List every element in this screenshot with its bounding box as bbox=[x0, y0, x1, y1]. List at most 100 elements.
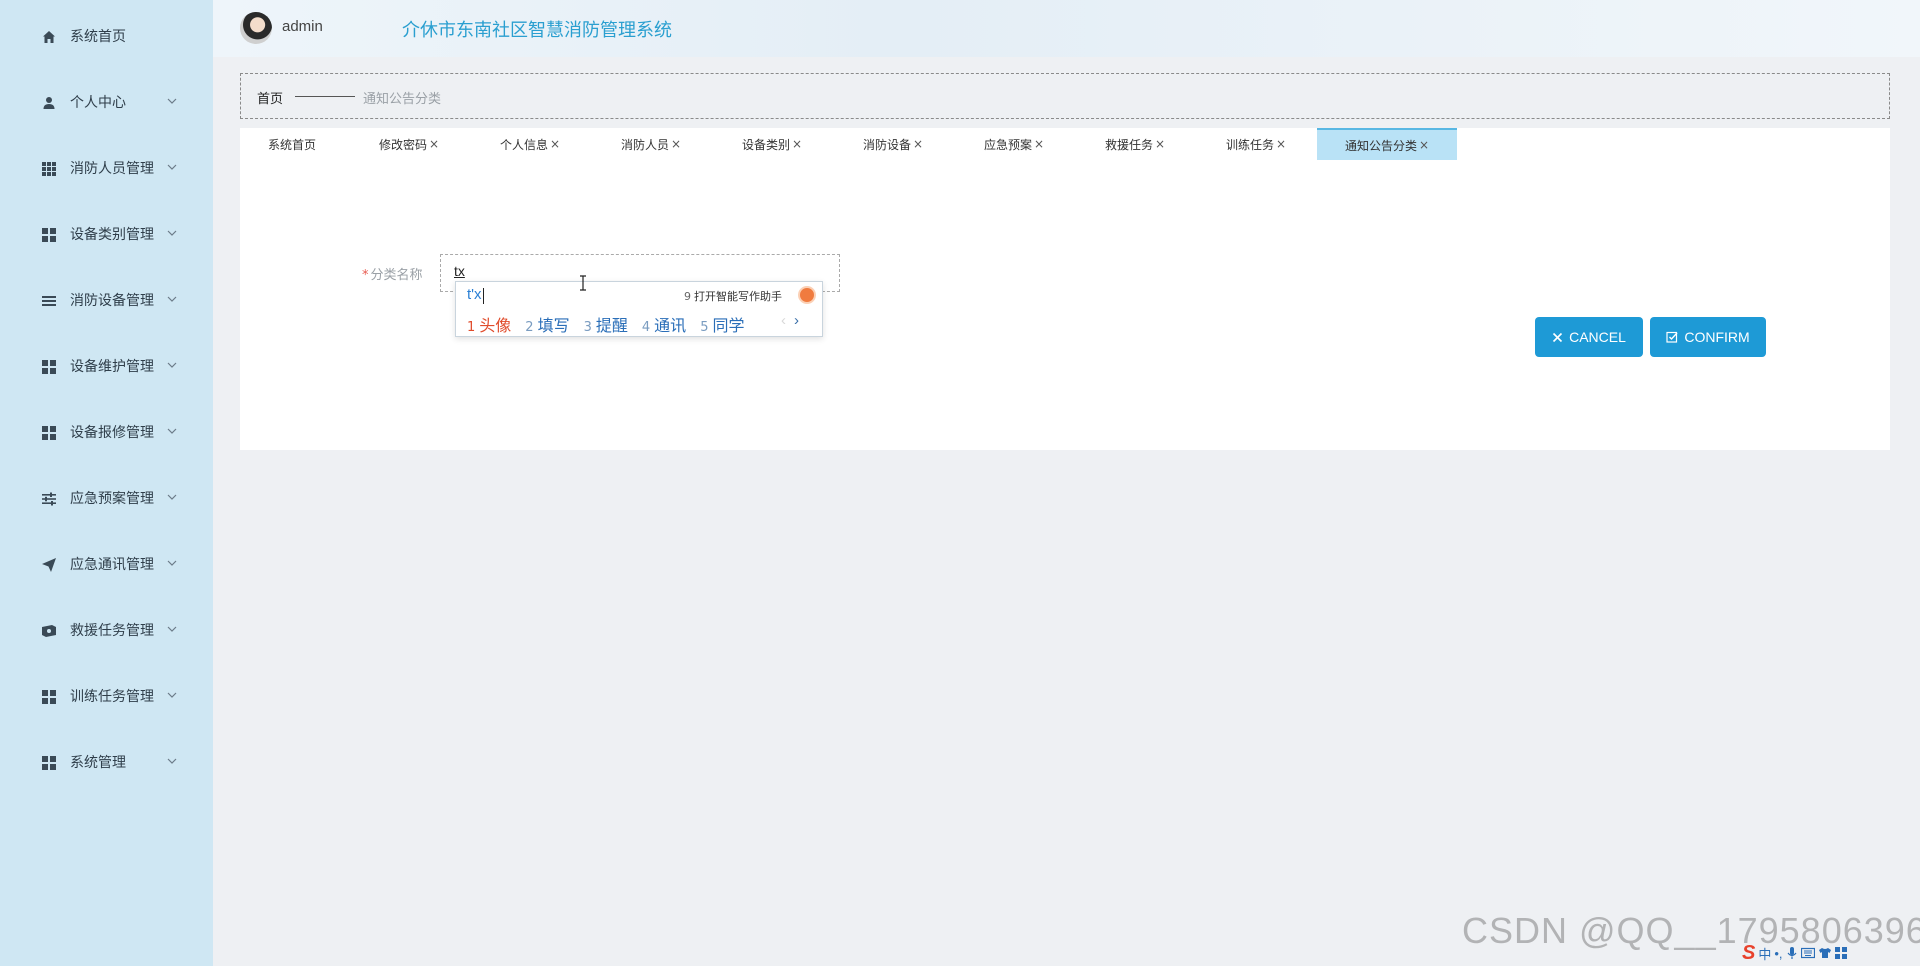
sidebar-item-device-category[interactable]: 设备类别管理 bbox=[0, 214, 213, 254]
sidebar-item-device-maintenance[interactable]: 设备维护管理 bbox=[0, 346, 213, 386]
username[interactable]: admin bbox=[282, 18, 323, 35]
ime-candidates: 1 头像 2 填写 3 提醒 4 通讯 5 同学 bbox=[467, 312, 758, 336]
list-icon bbox=[42, 296, 56, 306]
chevron-down-icon bbox=[167, 626, 177, 632]
sidebar: 系统首页 个人中心 消防人员管理 设备类别管理 消防设备管理 设备维护管理 设备… bbox=[0, 0, 213, 966]
shirt-icon[interactable] bbox=[1818, 947, 1832, 959]
close-icon[interactable]: × bbox=[1419, 138, 1429, 152]
home-icon bbox=[43, 31, 55, 43]
tab-emergency-plan[interactable]: 应急预案 × bbox=[962, 128, 1066, 160]
ime-assist-option[interactable]: 9 打开智能写作助手 bbox=[684, 288, 782, 304]
chevron-down-icon bbox=[167, 362, 177, 368]
ime-logo-icon[interactable] bbox=[798, 286, 816, 304]
chevron-down-icon bbox=[167, 692, 177, 698]
close-icon bbox=[1553, 332, 1563, 342]
chevron-down-icon bbox=[167, 428, 177, 434]
breadcrumb-current: 通知公告分类 bbox=[363, 92, 442, 107]
sidebar-item-home[interactable]: 系统首页 bbox=[0, 16, 213, 56]
sidebar-item-rescue-task[interactable]: 救援任务管理 bbox=[0, 610, 213, 650]
ime-candidate-text: 同学 bbox=[712, 316, 745, 335]
grid-icon[interactable] bbox=[1834, 947, 1847, 959]
ime-candidate[interactable]: 4 通讯 bbox=[642, 312, 686, 336]
sidebar-item-fire-staff[interactable]: 消防人员管理 bbox=[0, 148, 213, 188]
apps-icon bbox=[42, 426, 56, 440]
tab-label: 设备类别 bbox=[741, 137, 790, 152]
close-icon[interactable]: × bbox=[550, 137, 560, 151]
tab-label: 个人信息 bbox=[499, 137, 548, 152]
send-icon bbox=[42, 558, 56, 572]
sidebar-item-label: 系统管理 bbox=[70, 755, 126, 771]
sidebar-item-label: 训练任务管理 bbox=[70, 689, 154, 705]
chevron-down-icon bbox=[167, 494, 177, 500]
ime-lang-toggle[interactable]: 中 bbox=[1758, 944, 1771, 963]
apps-icon bbox=[42, 228, 56, 242]
microphone-icon[interactable] bbox=[1786, 946, 1798, 960]
ime-next-icon[interactable]: › bbox=[794, 312, 799, 329]
tab-personal-info[interactable]: 个人信息 × bbox=[478, 128, 582, 160]
sidebar-item-label: 设备类别管理 bbox=[70, 227, 154, 243]
tab-training-task[interactable]: 训练任务 × bbox=[1204, 128, 1308, 160]
tab-rescue-task[interactable]: 救援任务 × bbox=[1083, 128, 1187, 160]
ime-candidate-number: 1 bbox=[467, 320, 476, 335]
sogou-logo-icon[interactable]: S bbox=[1742, 942, 1755, 965]
category-name-label: * 分类名称 bbox=[362, 264, 423, 283]
confirm-button[interactable]: CONFIRM bbox=[1650, 317, 1766, 357]
tab-notice-category[interactable]: 通知公告分类 × bbox=[1317, 128, 1457, 160]
ime-prev-icon[interactable]: ‹ bbox=[781, 312, 786, 329]
close-icon[interactable]: × bbox=[913, 137, 923, 151]
tab-device-category[interactable]: 设备类别 × bbox=[720, 128, 824, 160]
sidebar-item-label: 消防人员管理 bbox=[70, 161, 154, 177]
ime-candidate[interactable]: 3 提醒 bbox=[584, 312, 628, 336]
ime-candidate[interactable]: 5 同学 bbox=[700, 312, 744, 336]
cancel-button-label: CANCEL bbox=[1569, 329, 1626, 345]
tab-label: 消防人员 bbox=[620, 137, 669, 152]
sidebar-item-emergency-comm[interactable]: 应急通讯管理 bbox=[0, 544, 213, 584]
tab-fire-device[interactable]: 消防设备 × bbox=[841, 128, 945, 160]
i-beam-cursor-icon bbox=[580, 275, 586, 291]
ime-candidate[interactable]: 2 填写 bbox=[525, 312, 569, 336]
ime-candidate-text: 填写 bbox=[537, 316, 570, 335]
ime-composition: t'x bbox=[467, 286, 482, 303]
tab-fire-staff[interactable]: 消防人员 × bbox=[599, 128, 703, 160]
sidebar-item-emergency-plan[interactable]: 应急预案管理 bbox=[0, 478, 213, 518]
chevron-down-icon bbox=[167, 758, 177, 764]
grid-icon bbox=[42, 162, 56, 176]
avatar[interactable] bbox=[240, 12, 272, 44]
ime-candidate-text: 头像 bbox=[479, 316, 512, 335]
close-icon[interactable]: × bbox=[1155, 137, 1165, 151]
ime-punct-toggle[interactable]: •, bbox=[1774, 946, 1782, 961]
keyboard-icon[interactable] bbox=[1800, 947, 1815, 959]
ime-candidate[interactable]: 1 头像 bbox=[467, 312, 511, 336]
close-icon[interactable]: × bbox=[1276, 137, 1286, 151]
tab-label: 通知公告分类 bbox=[1344, 138, 1417, 153]
sidebar-item-training-task[interactable]: 训练任务管理 bbox=[0, 676, 213, 716]
close-icon[interactable]: × bbox=[671, 137, 681, 151]
apps-icon bbox=[42, 756, 56, 770]
sidebar-item-system[interactable]: 系统管理 bbox=[0, 742, 213, 782]
tab-home[interactable]: 系统首页 bbox=[240, 128, 344, 160]
breadcrumb-separator bbox=[295, 96, 355, 97]
sidebar-item-label: 救援任务管理 bbox=[70, 623, 154, 639]
tab-label: 训练任务 bbox=[1225, 137, 1274, 152]
chevron-down-icon bbox=[167, 296, 177, 302]
ime-candidate-number: 2 bbox=[525, 320, 534, 335]
tab-change-password[interactable]: 修改密码 × bbox=[357, 128, 461, 160]
ime-candidate-number: 3 bbox=[583, 320, 592, 335]
breadcrumb-home[interactable]: 首页 bbox=[257, 88, 283, 107]
breadcrumb: 首页 通知公告分类 bbox=[240, 73, 1890, 119]
sidebar-item-personal-center[interactable]: 个人中心 bbox=[0, 82, 213, 122]
close-icon[interactable]: × bbox=[792, 137, 802, 151]
tab-label: 修改密码 bbox=[378, 137, 427, 152]
watermark: CSDN @QQ__1795806396 bbox=[1462, 910, 1920, 951]
sidebar-item-label: 消防设备管理 bbox=[70, 293, 154, 309]
close-icon[interactable]: × bbox=[1034, 137, 1044, 151]
sidebar-item-device-repair[interactable]: 设备报修管理 bbox=[0, 412, 213, 452]
ime-candidate-number: 4 bbox=[641, 320, 651, 335]
cancel-button[interactable]: CANCEL bbox=[1535, 317, 1643, 357]
tab-label: 消防设备 bbox=[862, 137, 911, 152]
sidebar-item-fire-device[interactable]: 消防设备管理 bbox=[0, 280, 213, 320]
sliders-icon bbox=[42, 492, 56, 506]
edit-check-icon bbox=[1666, 331, 1678, 343]
close-icon[interactable]: × bbox=[429, 137, 439, 151]
sidebar-item-label: 系统首页 bbox=[70, 29, 126, 45]
